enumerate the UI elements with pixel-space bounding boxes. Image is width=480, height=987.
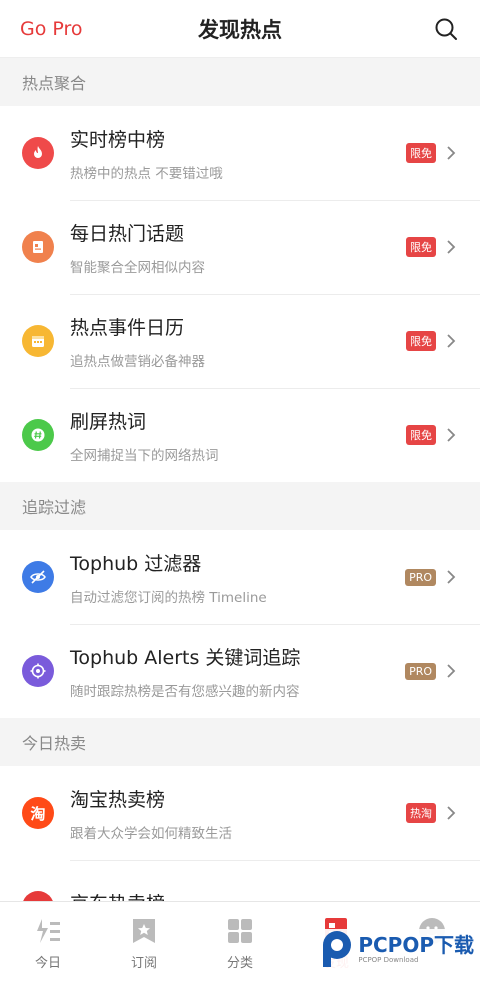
- free-badge: 限免: [406, 331, 436, 351]
- item-subtitle: 自动过滤您订阅的热榜 Timeline: [70, 589, 267, 606]
- item-title: Tophub 过滤器: [70, 552, 202, 575]
- item-subtitle: 智能聚合全网相似内容: [70, 259, 205, 276]
- list-item-taobao-ranking[interactable]: 淘 淘宝热卖榜 跟着大众学会如何精致生活 热淘: [0, 766, 480, 860]
- tab-today[interactable]: 今日: [8, 916, 88, 971]
- tab-label: 今日: [34, 956, 61, 971]
- pro-badge: PRO: [405, 568, 436, 586]
- taobao-icon: 淘: [22, 797, 54, 829]
- pcpop-watermark: PCPOP下载 PCPOP Download: [318, 929, 476, 969]
- section-header-tracking: 追踪过滤: [0, 482, 480, 530]
- hashtag-icon: [22, 419, 54, 451]
- list-item-tophub-alerts[interactable]: Tophub Alerts 关键词追踪 随时跟踪热榜是否有您感兴趣的新内容 PR…: [0, 624, 480, 718]
- list-item-trending-words[interactable]: 刷屏热词 全网捕捉当下的网络热词 限免: [0, 388, 480, 482]
- chevron-right-icon: [446, 663, 456, 679]
- item-subtitle: 热榜中的热点 不要错过哦: [70, 165, 223, 182]
- hot-taobao-badge: 热淘: [406, 803, 436, 823]
- item-subtitle: 跟着大众学会如何精致生活: [70, 825, 232, 842]
- list-item-realtime-ranking[interactable]: 实时榜中榜 热榜中的热点 不要错过哦 限免: [0, 106, 480, 200]
- go-pro-link[interactable]: Go Pro: [20, 18, 83, 40]
- watermark-brand: PCPOP下载: [358, 933, 474, 957]
- list-item-tophub-filter[interactable]: Tophub 过滤器 自动过滤您订阅的热榜 Timeline PRO: [0, 530, 480, 624]
- tab-category[interactable]: 分类: [200, 916, 280, 971]
- document-icon: [22, 231, 54, 263]
- item-title: 实时榜中榜: [70, 128, 166, 151]
- watermark-sub: PCPOP Download: [358, 956, 419, 964]
- free-badge: 限免: [406, 143, 436, 163]
- grid-icon: [228, 919, 252, 943]
- section-header-bestsellers: 今日热卖: [0, 718, 480, 766]
- today-icon: [37, 919, 60, 943]
- tab-label: 分类: [226, 956, 253, 971]
- item-subtitle: 全网捕捉当下的网络热词: [70, 447, 219, 464]
- list-item-daily-topics[interactable]: 每日热门话题 智能聚合全网相似内容 限免: [0, 200, 480, 294]
- free-badge: 限免: [406, 425, 436, 445]
- tab-label: 订阅: [130, 956, 157, 971]
- pcpop-logo-icon: [323, 931, 352, 967]
- calendar-icon: [22, 325, 54, 357]
- item-subtitle: 随时跟踪热榜是否有您感兴趣的新内容: [70, 683, 300, 700]
- chevron-right-icon: [446, 569, 456, 585]
- search-button[interactable]: [432, 15, 460, 43]
- app-header: Go Pro 发现热点: [0, 0, 480, 58]
- search-icon: [435, 18, 457, 40]
- target-icon: [22, 655, 54, 687]
- item-title: 淘宝热卖榜: [70, 788, 166, 811]
- item-subtitle: 追热点做营销必备神器: [70, 353, 205, 370]
- chevron-right-icon: [446, 805, 456, 821]
- bookmark-star-icon: [133, 919, 155, 943]
- pro-badge: PRO: [405, 662, 436, 680]
- taobao-icon-text: 淘: [30, 804, 46, 823]
- list-item-event-calendar[interactable]: 热点事件日历 追热点做营销必备神器 限免: [0, 294, 480, 388]
- item-title: 热点事件日历: [70, 316, 185, 339]
- chevron-right-icon: [446, 333, 456, 349]
- item-title: 每日热门话题: [70, 222, 185, 245]
- section-header-hot: 热点聚合: [0, 58, 480, 106]
- free-badge: 限免: [406, 237, 436, 257]
- item-title: Tophub Alerts 关键词追踪: [70, 646, 301, 669]
- tab-subscribe[interactable]: 订阅: [104, 916, 184, 971]
- item-title: 刷屏热词: [70, 410, 147, 433]
- chevron-right-icon: [446, 145, 456, 161]
- fire-icon: [22, 137, 54, 169]
- eye-off-icon: [22, 561, 54, 593]
- chevron-right-icon: [446, 427, 456, 443]
- chevron-right-icon: [446, 239, 456, 255]
- section-list-tracking: Tophub 过滤器 自动过滤您订阅的热榜 Timeline PRO Tophu…: [0, 530, 480, 718]
- section-list-hot: 实时榜中榜 热榜中的热点 不要错过哦 限免 每日热门话题 智能聚合全网相似内容 …: [0, 106, 480, 482]
